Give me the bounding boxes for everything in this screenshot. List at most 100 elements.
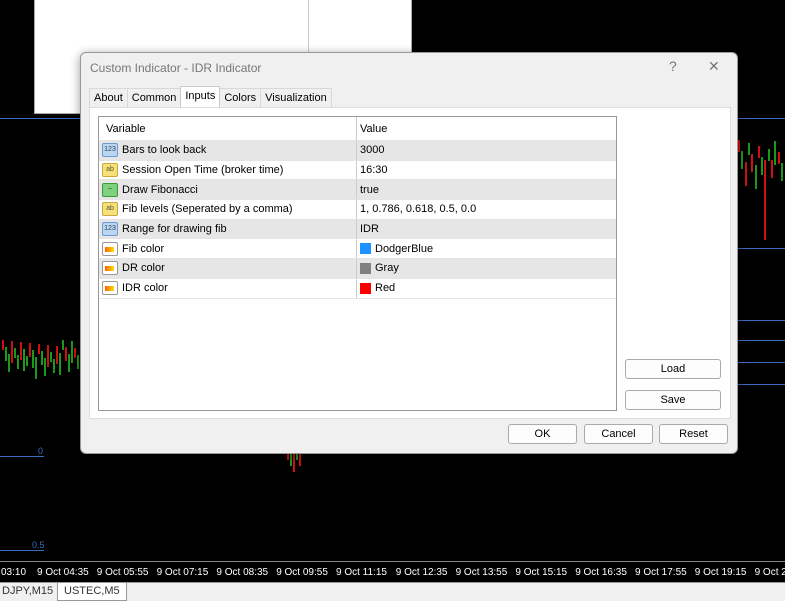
level-line	[736, 320, 785, 321]
candle	[754, 165, 757, 189]
inputs-table: Variable Value 123 Bars to look back 3000 a…	[98, 116, 617, 411]
candle	[41, 351, 43, 365]
time-label: 9 Oct 09:55	[276, 567, 328, 578]
level-line	[736, 384, 785, 385]
table-row[interactable]: Fib color DodgerBlue	[99, 239, 616, 260]
tab-bar: About Common Inputs Colors Visualization	[89, 86, 332, 107]
candle	[59, 353, 61, 375]
candle	[77, 355, 79, 369]
tab-about[interactable]: About	[89, 88, 128, 107]
chart-tab-bar: DJPY,M15 USTEC,M5	[0, 582, 785, 601]
table-row[interactable]: 123 Bars to look back 3000	[99, 141, 616, 161]
color-type-icon	[102, 261, 118, 276]
candle	[17, 355, 19, 369]
int-type-icon: 123	[102, 143, 118, 158]
candle	[32, 350, 34, 368]
candle	[20, 342, 22, 360]
level-label: 0.5	[32, 540, 45, 550]
candle	[290, 452, 292, 466]
time-label: 9 Oct 11:15	[336, 567, 387, 578]
variable-value[interactable]: Gray	[375, 262, 399, 274]
candle	[2, 340, 4, 350]
table-row[interactable]: ab Fib levels (Seperated by a comma) 1, 0.…	[99, 200, 616, 220]
candle	[74, 348, 76, 358]
variable-value[interactable]: Red	[375, 282, 395, 294]
inputs-panel: Variable Value 123 Bars to look back 3000 a…	[89, 107, 731, 419]
candle	[738, 140, 740, 152]
close-icon[interactable]: ✕	[708, 58, 720, 75]
candle	[780, 163, 783, 181]
level-line-05	[0, 550, 44, 551]
time-label: 9 Oct 17:55	[635, 567, 687, 578]
variable-value[interactable]: 3000	[360, 144, 384, 156]
time-label: 9 Oct 07:15	[156, 567, 209, 578]
candle	[50, 352, 52, 362]
time-label: 9 Oct 12:35	[395, 567, 448, 578]
custom-indicator-dialog: Custom Indicator - IDR Indicator ? ✕ Abo…	[80, 52, 738, 454]
int-type-icon: 123	[102, 222, 118, 237]
load-button[interactable]: Load	[625, 359, 721, 379]
candle	[767, 149, 770, 161]
time-axis: 03:10 9 Oct 04:35 9 Oct 05:55 9 Oct 07:15 9 …	[0, 561, 785, 582]
help-button[interactable]: ?	[669, 58, 677, 74]
variable-value[interactable]: 1, 0.786, 0.618, 0.5, 0.0	[360, 203, 476, 215]
candle	[35, 357, 37, 379]
variable-name: IDR color	[122, 282, 168, 295]
time-label: 9 Oct 19:15	[694, 567, 747, 578]
table-row[interactable]: DR color Gray	[99, 259, 616, 279]
candle	[38, 344, 40, 354]
variable-name: Fib levels (Seperated by a comma)	[122, 203, 293, 216]
variable-name: Draw Fibonacci	[122, 183, 198, 196]
table-row[interactable]: IDR color Red	[99, 278, 616, 299]
level-line	[736, 248, 785, 249]
color-type-icon	[102, 281, 118, 296]
reset-button[interactable]: Reset	[659, 424, 728, 444]
candle	[56, 346, 58, 364]
candle	[774, 141, 777, 165]
variable-name: Session Open Time (broker time)	[122, 164, 284, 177]
time-label: 03:10	[1, 567, 27, 578]
candle	[47, 345, 49, 367]
chart-tab-active[interactable]: USTEC,M5	[57, 583, 127, 601]
candle	[764, 160, 766, 240]
color-swatch	[360, 262, 371, 274]
candle	[44, 358, 46, 376]
tab-inputs[interactable]: Inputs	[180, 86, 221, 107]
level-line	[736, 362, 785, 363]
string-type-icon: ab	[102, 163, 118, 178]
level-line	[0, 118, 80, 119]
tab-visualization[interactable]: Visualization	[260, 88, 332, 107]
candle	[777, 152, 780, 164]
variable-name: Bars to look back	[122, 144, 207, 157]
variable-name: Range for drawing fib	[122, 223, 227, 236]
save-button[interactable]: Save	[625, 390, 721, 410]
variable-value[interactable]: 16:30	[360, 164, 388, 176]
variable-value[interactable]: true	[360, 184, 379, 196]
time-label: 9 Oct 16:35	[575, 567, 627, 578]
chart-tab[interactable]: DJPY,M15	[0, 583, 59, 600]
candle	[771, 160, 773, 178]
cancel-button[interactable]: Cancel	[584, 424, 653, 444]
ok-button[interactable]: OK	[508, 424, 577, 444]
candle	[744, 162, 747, 186]
table-row[interactable]: ab Session Open Time (broker time) 16:30	[99, 160, 616, 181]
column-variable[interactable]: Variable	[99, 117, 357, 140]
table-row[interactable]: 123 Range for drawing fib IDR	[99, 219, 616, 240]
variable-value[interactable]: DodgerBlue	[375, 243, 433, 255]
tab-colors[interactable]: Colors	[219, 88, 262, 107]
candle	[53, 359, 55, 373]
candle	[8, 354, 10, 372]
column-value[interactable]: Value	[357, 123, 387, 135]
bool-type-icon: ~	[102, 182, 118, 197]
table-row[interactable]: ~ Draw Fibonacci true	[99, 180, 616, 201]
candle	[293, 452, 295, 472]
candle	[23, 349, 25, 371]
time-label: 9 Oct 04:35	[37, 567, 89, 578]
candle	[747, 143, 750, 155]
tab-common[interactable]: Common	[126, 88, 182, 107]
candle	[5, 347, 7, 361]
time-label: 9 Oct 20	[754, 567, 785, 578]
variable-value[interactable]: IDR	[360, 223, 379, 235]
color-type-icon	[102, 241, 118, 256]
table-header: Variable Value	[99, 117, 616, 141]
